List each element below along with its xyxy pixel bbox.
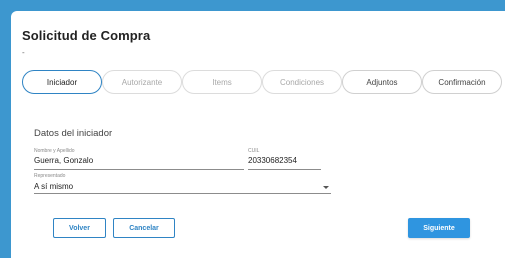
cuil-field-underline bbox=[248, 169, 321, 170]
form-card: Solicitud de Compra - Iniciador Autoriza… bbox=[11, 11, 505, 258]
name-field-underline bbox=[34, 169, 244, 170]
name-field[interactable]: Guerra, Gonzalo bbox=[34, 156, 93, 165]
represented-select[interactable]: A sí mismo bbox=[34, 182, 73, 191]
wizard-steps: Iniciador Autorizante Items Condiciones … bbox=[22, 70, 505, 94]
page-title: Solicitud de Compra bbox=[22, 28, 151, 43]
cuil-label: CUIL bbox=[248, 148, 260, 154]
section-title: Datos del iniciador bbox=[34, 128, 113, 139]
step-adjuntos[interactable]: Adjuntos bbox=[342, 70, 422, 94]
next-button[interactable]: Siguiente bbox=[408, 218, 470, 238]
step-autorizante[interactable]: Autorizante bbox=[102, 70, 182, 94]
chevron-down-icon[interactable] bbox=[323, 186, 329, 189]
name-label: Nombre y Apellido bbox=[34, 148, 75, 154]
cuil-field[interactable]: 20330682354 bbox=[248, 156, 297, 165]
step-confirmacion[interactable]: Confirmación bbox=[422, 70, 502, 94]
page-subtitle: - bbox=[22, 48, 25, 57]
top-bar bbox=[0, 0, 505, 10]
step-condiciones[interactable]: Condiciones bbox=[262, 70, 342, 94]
represented-select-underline bbox=[34, 193, 331, 194]
back-button[interactable]: Volver bbox=[53, 218, 106, 238]
cancel-button[interactable]: Cancelar bbox=[113, 218, 175, 238]
step-items[interactable]: Items bbox=[182, 70, 262, 94]
represented-label: Representado bbox=[34, 173, 66, 179]
step-iniciador[interactable]: Iniciador bbox=[22, 70, 102, 94]
